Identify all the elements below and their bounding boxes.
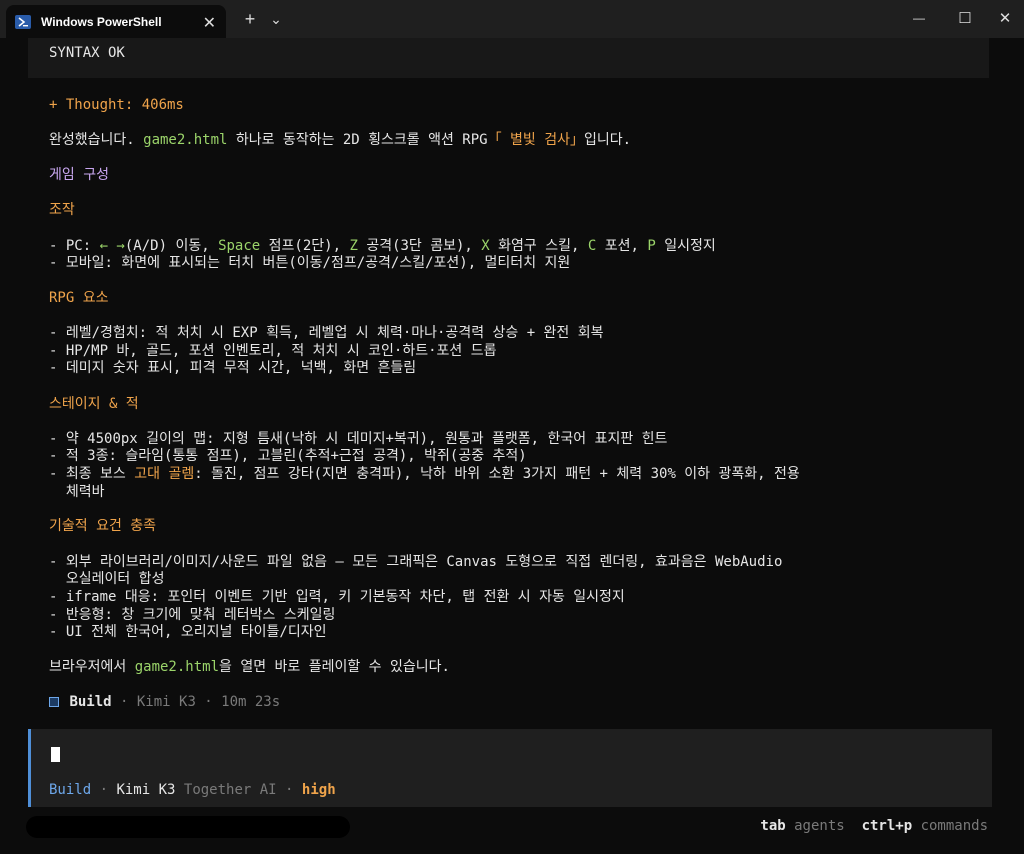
list-item: - 데미지 숫자 표시, 피격 무적 시간, 넉백, 화면 흔들림 (49, 360, 417, 376)
game-title: 「 별빛 검사」 (487, 132, 584, 148)
status-line: Build · Kimi K3 Together AI · high (49, 782, 336, 798)
new-tab-button[interactable]: + (238, 6, 262, 32)
mode-label: Build (49, 782, 92, 798)
title-bar: Windows PowerShell ✕ + ⌄ — ☐ ✕ (0, 0, 1024, 38)
powershell-icon (15, 14, 31, 29)
close-window-button[interactable]: ✕ (982, 0, 1024, 36)
list-item: - 약 4500px 길이의 맵: 지형 틈새(낙하 시 데미지+복귀), 원통… (49, 431, 668, 447)
text-cursor (51, 747, 60, 762)
heading-stage: 스테이지 & 적 (49, 396, 139, 412)
list-item-continued: 오실레이터 합성 (49, 571, 165, 587)
effort-level: high (301, 782, 336, 798)
heading-controls: 조작 (49, 202, 75, 218)
provider-name: Together AI (175, 782, 277, 798)
chevron-down-icon[interactable]: ⌄ (266, 6, 286, 32)
tab-powershell[interactable]: Windows PowerShell ✕ (6, 5, 226, 38)
list-item: - UI 전체 한국어, 오리지널 타이틀/디자인 (49, 624, 327, 640)
heading-game: 게임 구성 (49, 167, 109, 183)
file-name: game2.html (143, 132, 228, 148)
file-name: game2.html (134, 659, 220, 675)
list-item: - iframe 대응: 포인터 이벤트 기반 입력, 키 기본동작 차단, 탭… (49, 589, 625, 605)
redacted-region (26, 816, 350, 838)
mobile-controls-line: - 모바일: 화면에 표시되는 터치 버튼(이동/점프/공격/스킬/포션), 멀… (49, 255, 571, 271)
minimize-button[interactable]: — (896, 0, 942, 36)
list-item-continued: 체력바 (49, 484, 105, 500)
boss-name: 고대 골렘 (134, 466, 195, 482)
close-tab-icon[interactable]: ✕ (203, 13, 216, 33)
list-item: - 반응형: 창 크기에 맞춰 레터박스 스케일링 (49, 607, 336, 623)
list-item: - HP/MP 바, 골드, 포션 인벤토리, 적 처치 시 코인·하트·포션 … (49, 343, 497, 359)
syntax-status: SYNTAX OK (49, 45, 125, 61)
intro-line: 완성했습니다. game2.html 하나로 동작하는 2D 횡스크롤 액션 R… (49, 132, 632, 148)
list-item: - 레벨/경험치: 적 처치 시 EXP 획득, 레벨업 시 체력·마나·공격력… (49, 325, 604, 341)
build-icon (49, 697, 59, 707)
list-item: - 최종 보스 고대 골렘: 돌진, 점프 강타(지면 충격파), 낙하 바위 … (49, 466, 800, 482)
keyboard-hints: tab agents ctrl+p commands (760, 818, 988, 834)
model-name: Kimi K3 (116, 782, 176, 798)
pc-controls-line: - PC: ← →(A/D) 이동, Space 점프(2단), Z 공격(3단… (49, 238, 716, 254)
heading-tech: 기술적 요건 충족 (49, 518, 157, 534)
tab-title: Windows PowerShell (41, 14, 162, 29)
build-status: Build · Kimi K3 · 10m 23s (49, 693, 280, 711)
thought-line: + Thought: 406ms (49, 97, 184, 113)
list-item: - 적 3종: 슬라임(통통 점프), 고블린(추적+근접 공격), 박쥐(공중… (49, 448, 527, 464)
code-block (28, 38, 989, 78)
heading-rpg: RPG 요소 (49, 290, 109, 306)
outro-line: 브라우저에서 game2.html을 열면 바로 플레이할 수 있습니다. (49, 659, 450, 675)
list-item: - 외부 라이브러리/이미지/사운드 파일 없음 — 모든 그래픽은 Canva… (49, 554, 783, 570)
